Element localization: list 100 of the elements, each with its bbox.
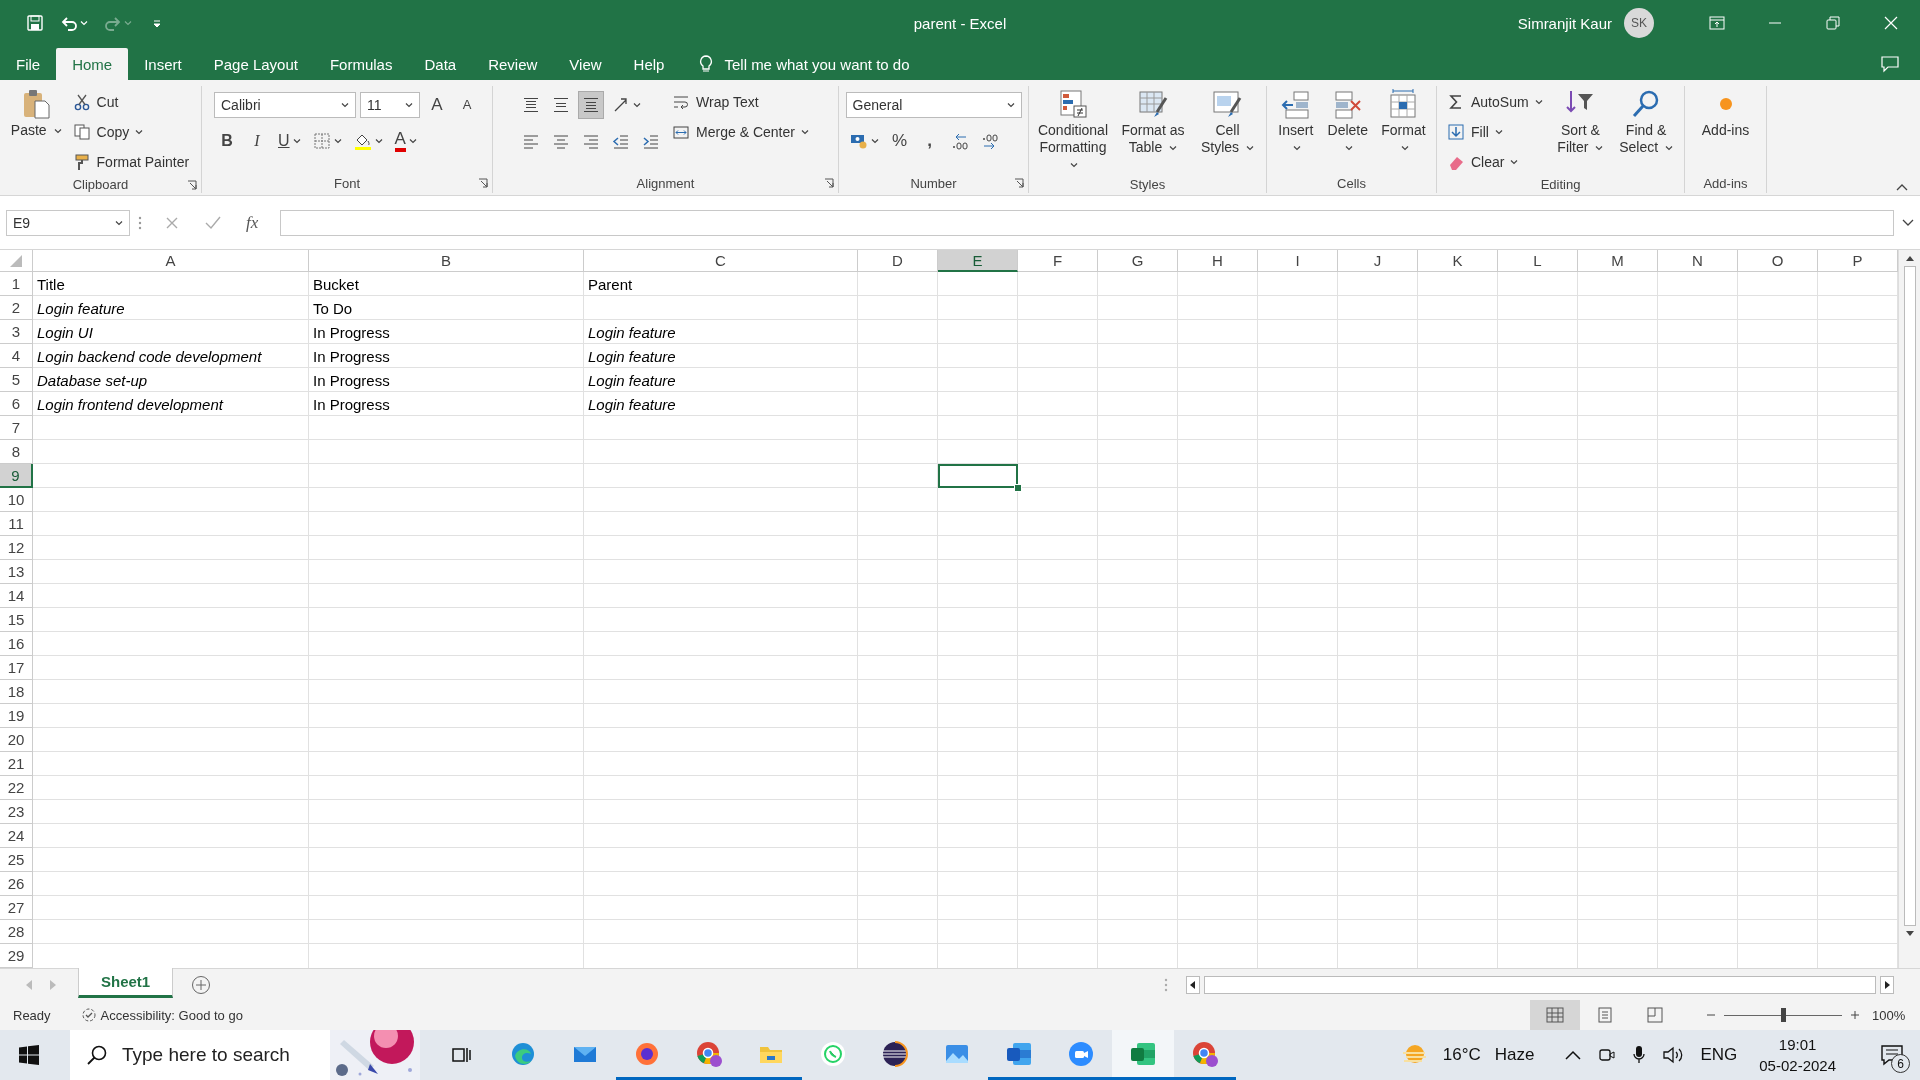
column-header[interactable]: P	[1818, 250, 1898, 272]
scroll-down-icon[interactable]	[1904, 930, 1915, 938]
taskbar-app-button[interactable]	[1112, 1030, 1174, 1080]
cut-button[interactable]: Cut	[68, 88, 194, 116]
fill-handle[interactable]	[1014, 484, 1022, 492]
collapse-ribbon-icon[interactable]	[1896, 183, 1908, 191]
row-header[interactable]: 3	[0, 320, 33, 344]
conditional-formatting-button[interactable]: Conditional Formatting	[1035, 86, 1111, 175]
normal-view-button[interactable]	[1530, 1000, 1580, 1030]
ribbon-tab[interactable]: Home	[56, 48, 129, 80]
copy-button[interactable]: Copy	[68, 118, 194, 146]
row-header[interactable]: 23	[0, 800, 33, 824]
ribbon-tab[interactable]: Help	[617, 48, 681, 80]
row-header[interactable]: 12	[0, 536, 33, 560]
row-header[interactable]: 19	[0, 704, 33, 728]
column-header[interactable]: F	[1018, 250, 1098, 272]
dialog-launcher-icon[interactable]	[824, 178, 834, 188]
dialog-launcher-icon[interactable]	[187, 179, 197, 190]
column-header[interactable]: E	[938, 250, 1018, 272]
column-header[interactable]: M	[1578, 250, 1658, 272]
dialog-launcher-icon[interactable]	[478, 178, 488, 188]
language-indicator[interactable]: ENG	[1700, 1045, 1738, 1065]
fill-button[interactable]: Fill	[1443, 118, 1547, 146]
accessibility-status[interactable]: Accessibility: Good to go	[80, 1007, 243, 1023]
cell-styles-button[interactable]: Cell Styles	[1194, 86, 1260, 175]
row-header[interactable]: 26	[0, 872, 33, 896]
wrap-text-button[interactable]: Wrap Text	[668, 88, 813, 116]
ribbon-tab[interactable]: View	[553, 48, 618, 80]
row-header[interactable]: 14	[0, 584, 33, 608]
find-select-button[interactable]: Find & Select	[1614, 86, 1678, 176]
column-header[interactable]: K	[1418, 250, 1498, 272]
row-header[interactable]: 16	[0, 632, 33, 656]
row-header[interactable]: 11	[0, 512, 33, 536]
column-header[interactable]: O	[1738, 250, 1818, 272]
shrink-font-button[interactable]: A	[454, 91, 480, 119]
clock[interactable]: 19:01 05-02-2024	[1759, 1034, 1836, 1076]
row-header[interactable]: 13	[0, 560, 33, 584]
ribbon-tab[interactable]: File	[0, 48, 57, 80]
row-header[interactable]: 17	[0, 656, 33, 680]
paste-button[interactable]: Paste	[7, 86, 65, 176]
percent-button[interactable]: %	[886, 127, 913, 155]
column-header[interactable]: I	[1258, 250, 1338, 272]
notifications-button[interactable]: 6	[1874, 1037, 1910, 1073]
add-ins-button[interactable]: Add-ins	[1698, 86, 1753, 173]
horizontal-scroll-thumb[interactable]	[1204, 975, 1876, 994]
column-header[interactable]: C	[584, 250, 858, 272]
dialog-launcher-icon[interactable]	[1014, 178, 1024, 188]
merge-center-button[interactable]: Merge & Center	[668, 118, 813, 146]
user-avatar[interactable]: SK	[1624, 8, 1654, 38]
splitter-grip-icon[interactable]	[1164, 976, 1168, 993]
underline-button[interactable]: U	[274, 127, 305, 155]
row-header[interactable]: 2	[0, 296, 33, 320]
insert-function-button[interactable]: fx	[246, 212, 259, 233]
expand-formula-icon[interactable]	[1902, 218, 1914, 227]
column-header[interactable]: N	[1658, 250, 1738, 272]
row-header[interactable]: 24	[0, 824, 33, 848]
check-icon[interactable]	[204, 214, 222, 231]
format-as-table-button[interactable]: Format as Table	[1114, 86, 1191, 175]
comma-button[interactable]: ,	[916, 127, 943, 155]
scroll-left-icon[interactable]	[1186, 975, 1200, 994]
speaker-icon[interactable]	[1662, 1046, 1685, 1064]
grow-font-button[interactable]: A	[424, 91, 450, 119]
insert-button[interactable]: Insert	[1273, 86, 1319, 173]
ribbon-tab[interactable]: Formulas	[313, 48, 409, 80]
name-box[interactable]: E9	[6, 209, 130, 236]
scroll-right-icon[interactable]	[1880, 975, 1894, 994]
row-header[interactable]: 7	[0, 416, 33, 440]
row-header[interactable]: 25	[0, 848, 33, 872]
row-header[interactable]: 10	[0, 488, 33, 512]
column-header[interactable]: H	[1178, 250, 1258, 272]
sort-filter-button[interactable]: Sort & Filter	[1550, 86, 1611, 176]
ribbon-tab[interactable]: Review	[472, 48, 554, 80]
search-field[interactable]: Type here to search	[70, 1030, 420, 1080]
dropdown-field[interactable]: 11	[360, 92, 420, 118]
dropdown-field[interactable]: Calibri	[214, 92, 356, 118]
row-header[interactable]: 15	[0, 608, 33, 632]
ribbon-tab[interactable]: Page Layout	[197, 48, 314, 80]
vertical-scrollbar[interactable]	[1898, 250, 1920, 968]
row-header[interactable]: 9	[0, 464, 33, 488]
format-button[interactable]: Format	[1376, 86, 1430, 173]
row-header[interactable]: 29	[0, 944, 33, 968]
row-header[interactable]: 5	[0, 368, 33, 392]
clear-button[interactable]: Clear	[1443, 148, 1547, 176]
row-header[interactable]: 6	[0, 392, 33, 416]
delete-button[interactable]: Delete	[1322, 86, 1373, 173]
scroll-up-icon[interactable]	[1904, 254, 1915, 262]
row-header[interactable]: 22	[0, 776, 33, 800]
scroll-thumb[interactable]	[1903, 266, 1916, 926]
sheet-tab[interactable]: Sheet1	[78, 968, 174, 998]
row-header[interactable]: 1	[0, 272, 33, 296]
row-header[interactable]: 28	[0, 920, 33, 944]
weather-widget[interactable]: 16°C Haze	[1400, 1043, 1535, 1067]
zoom-slider-thumb[interactable]	[1781, 1008, 1786, 1022]
column-header[interactable]: A	[33, 250, 309, 272]
column-header[interactable]: J	[1338, 250, 1418, 272]
zoom-in-icon[interactable]	[1850, 1010, 1860, 1020]
ribbon-tab[interactable]: Data	[408, 48, 473, 80]
bottom-align-button[interactable]	[578, 91, 605, 119]
column-header[interactable]: D	[858, 250, 938, 272]
chevron-up-icon[interactable]	[1564, 1049, 1583, 1061]
